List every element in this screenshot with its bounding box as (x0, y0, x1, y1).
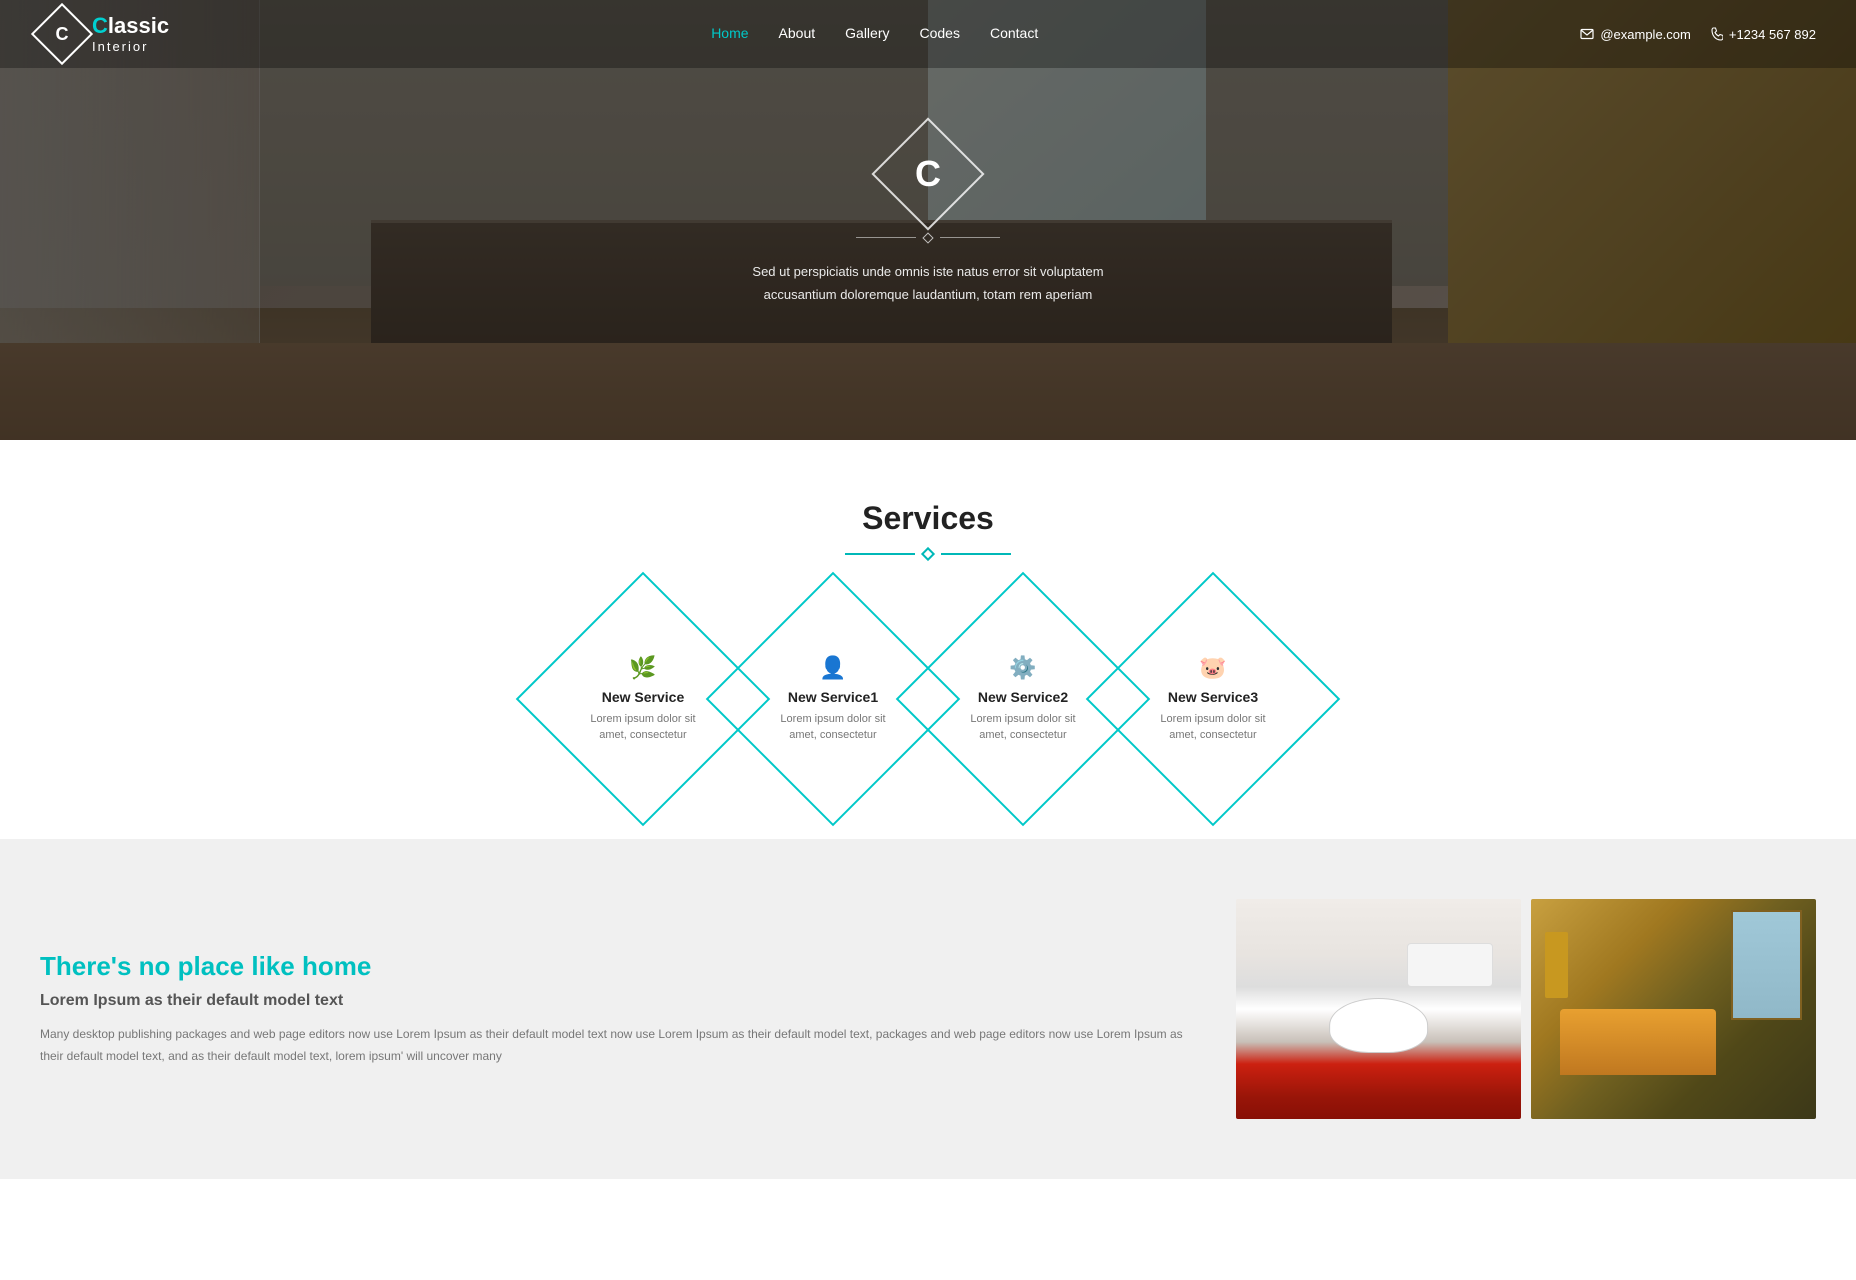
hero-logo-diamond: C (871, 117, 984, 230)
service-card-3: 🐷 New Service3 Lorem ipsum dolor sit ame… (1123, 609, 1303, 789)
brand-name: Classic (92, 13, 169, 39)
hotel-image (1531, 899, 1816, 1119)
nav-menu: Home About Gallery Codes Contact (711, 25, 1038, 43)
about-subheading: Lorem Ipsum as their default model text (40, 992, 1196, 1010)
hotel-lamp (1545, 932, 1568, 998)
hero-divider (856, 234, 1000, 242)
nav-item-codes[interactable]: Codes (920, 25, 960, 43)
about-images (1236, 899, 1816, 1119)
service-name-1: New Service1 (773, 689, 893, 705)
nav-item-about[interactable]: About (779, 25, 816, 43)
nav-link-home[interactable]: Home (711, 25, 748, 41)
service-icon-2: ⚙️ (963, 655, 1083, 681)
contact-phone: +1234 567 892 (1711, 27, 1816, 42)
services-section: Services 🌿 New Service Lorem ipsum dolor… (0, 440, 1856, 839)
contact-email: @example.com (1580, 27, 1691, 42)
hero-divider-line-left (856, 237, 916, 238)
hotel-bed (1560, 1009, 1717, 1075)
nav-link-codes[interactable]: Codes (920, 25, 960, 41)
service-card-content-3: 🐷 New Service3 Lorem ipsum dolor sit ame… (1153, 655, 1273, 744)
hero-logo-letter: C (915, 153, 941, 195)
nav-link-about[interactable]: About (779, 25, 816, 41)
about-body: Many desktop publishing packages and web… (40, 1024, 1196, 1067)
sink (1407, 943, 1493, 987)
about-heading: There's no place like home (40, 951, 1196, 982)
hotel-window (1731, 910, 1802, 1020)
logo-diamond: C (31, 3, 93, 65)
services-title: Services (20, 500, 1836, 537)
service-card-content-2: ⚙️ New Service2 Lorem ipsum dolor sit am… (963, 655, 1083, 744)
about-section: There's no place like home Lorem Ipsum a… (0, 839, 1856, 1179)
nav-item-gallery[interactable]: Gallery (845, 25, 889, 43)
logo-text: Classic Interior (92, 13, 169, 55)
service-desc-3: Lorem ipsum dolor sit amet, consectetur (1153, 711, 1273, 744)
service-card-content-1: 👤 New Service1 Lorem ipsum dolor sit ame… (773, 655, 893, 744)
bathroom-image (1236, 899, 1521, 1119)
service-name-2: New Service2 (963, 689, 1083, 705)
nav-link-gallery[interactable]: Gallery (845, 25, 889, 41)
service-name-3: New Service3 (1153, 689, 1273, 705)
about-text: There's no place like home Lorem Ipsum a… (40, 899, 1236, 1119)
nav-link-contact[interactable]: Contact (990, 25, 1038, 41)
service-desc-0: Lorem ipsum dolor sit amet, consectetur (583, 711, 703, 744)
service-icon-0: 🌿 (583, 655, 703, 681)
toilet (1329, 998, 1429, 1053)
hero-divider-diamond (922, 232, 933, 243)
hero-tagline: Sed ut perspiciatis unde omnis iste natu… (728, 260, 1128, 307)
services-divider-line-left (845, 553, 915, 555)
phone-icon (1711, 27, 1723, 41)
nav-item-home[interactable]: Home (711, 25, 748, 43)
services-divider-line-right (941, 553, 1011, 555)
logo-letter: C (56, 24, 69, 45)
services-grid: 🌿 New Service Lorem ipsum dolor sit amet… (20, 609, 1836, 789)
service-desc-2: Lorem ipsum dolor sit amet, consectetur (963, 711, 1083, 744)
logo[interactable]: C Classic Interior (40, 12, 169, 56)
contact-info: @example.com +1234 567 892 (1580, 27, 1816, 42)
service-icon-3: 🐷 (1153, 655, 1273, 681)
navbar: C Classic Interior Home About Gallery Co… (0, 0, 1856, 68)
service-icon-1: 👤 (773, 655, 893, 681)
service-card-content-0: 🌿 New Service Lorem ipsum dolor sit amet… (583, 655, 703, 744)
service-desc-1: Lorem ipsum dolor sit amet, consectetur (773, 711, 893, 744)
services-divider (20, 549, 1836, 559)
services-divider-diamond (921, 547, 935, 561)
brand-sub: Interior (92, 39, 169, 55)
email-icon (1580, 27, 1594, 41)
nav-item-contact[interactable]: Contact (990, 25, 1038, 43)
hotel-bg (1531, 899, 1816, 1119)
service-name-0: New Service (583, 689, 703, 705)
hero-divider-line-right (940, 237, 1000, 238)
bathroom-bg (1236, 899, 1521, 1119)
